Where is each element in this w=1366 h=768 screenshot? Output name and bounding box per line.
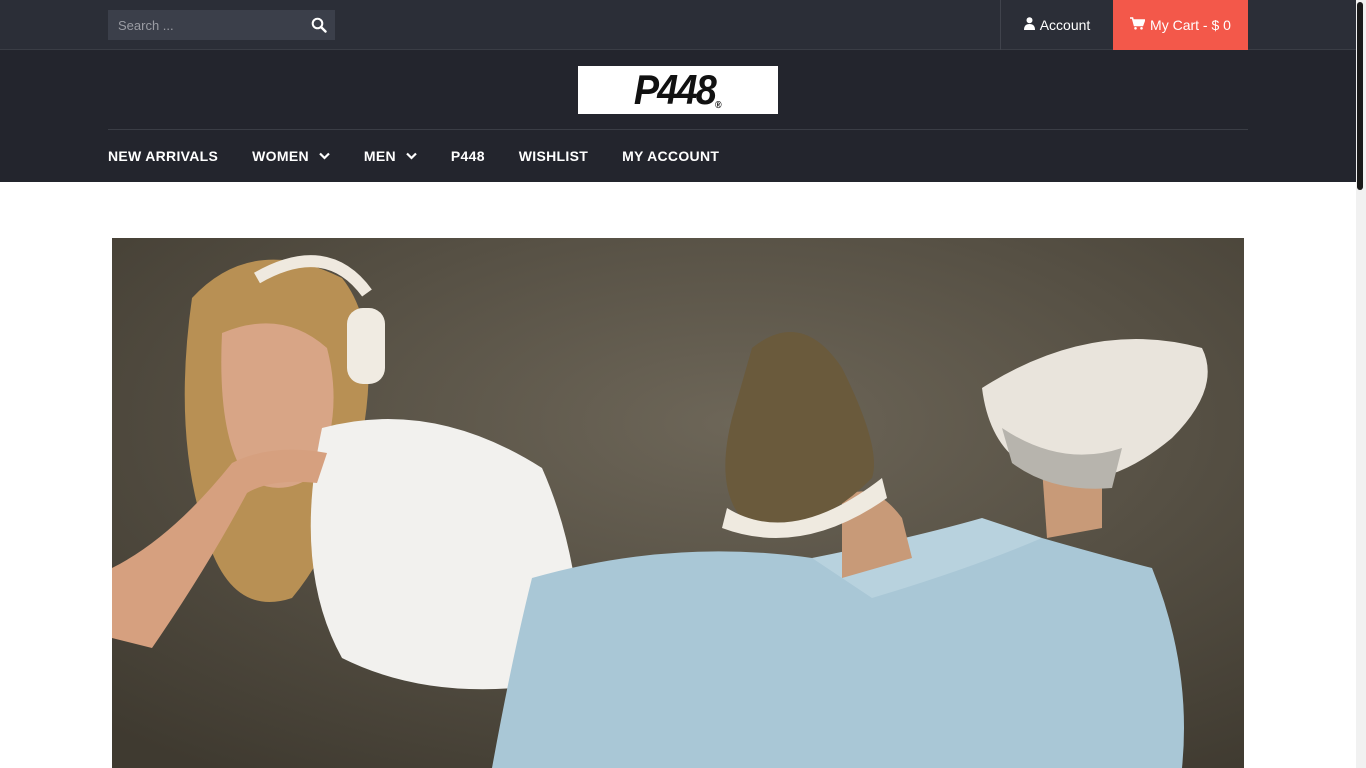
page-scrollbar[interactable] [1356, 0, 1366, 768]
main-nav: NEW ARRIVALS WOMEN MEN P448 WISHLIST MY … [108, 130, 719, 182]
cart-button[interactable]: My Cart - $ 0 [1113, 0, 1248, 50]
cart-label: My Cart - $ 0 [1150, 17, 1231, 33]
site-logo[interactable]: P448® [578, 66, 778, 114]
top-bar: Account My Cart - $ 0 [0, 0, 1356, 50]
scrollbar-thumb[interactable] [1357, 2, 1363, 190]
nav-item-label: P448 [450, 148, 485, 164]
search-form [108, 10, 335, 40]
user-icon [1023, 17, 1035, 33]
account-label: Account [1039, 17, 1091, 33]
logo-text: P448® [634, 66, 722, 113]
search-icon[interactable] [311, 17, 327, 33]
nav-item-men[interactable]: MEN [364, 148, 417, 164]
chevron-down-icon [319, 152, 330, 160]
cart-icon [1130, 17, 1146, 33]
nav-item-new-arrivals[interactable]: NEW ARRIVALS [108, 148, 218, 164]
chevron-down-icon [406, 152, 417, 160]
nav-item-wishlist[interactable]: WISHLIST [519, 148, 588, 164]
nav-item-label: MY ACCOUNT [622, 148, 720, 164]
site-header: P448® NEW ARRIVALS WOMEN MEN P448 WISHLI… [0, 50, 1356, 182]
nav-item-label: NEW ARRIVALS [108, 148, 219, 164]
nav-item-women[interactable]: WOMEN [252, 148, 330, 164]
nav-item-label: WISHLIST [518, 148, 589, 164]
nav-item-label: WOMEN [252, 148, 309, 164]
nav-item-my-account[interactable]: MY ACCOUNT [622, 148, 719, 164]
nav-item-label: MEN [363, 148, 396, 164]
search-input[interactable] [108, 10, 298, 40]
nav-item-p448[interactable]: P448 [451, 148, 485, 164]
hero-photo-illustration [112, 238, 1244, 768]
account-link[interactable]: Account [1000, 0, 1113, 50]
hero-image [112, 238, 1244, 768]
